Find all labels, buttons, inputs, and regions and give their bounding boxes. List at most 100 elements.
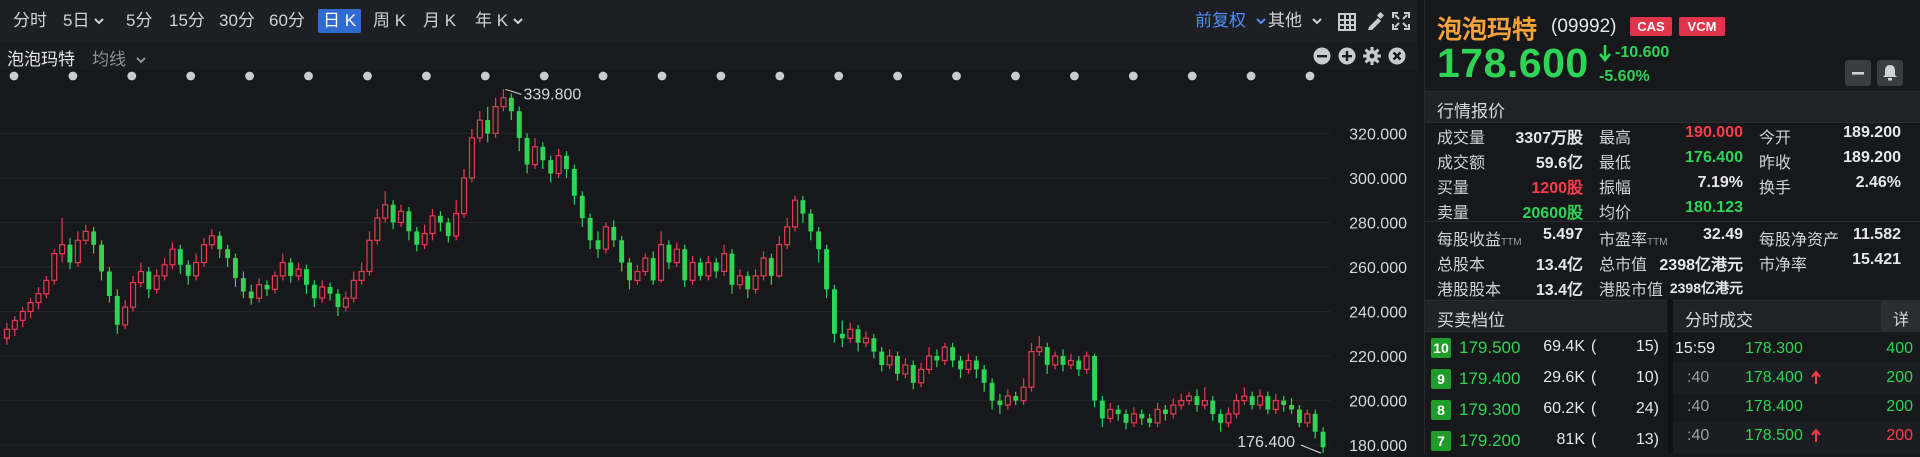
candle[interactable] bbox=[752, 269, 759, 294]
event-dot[interactable] bbox=[304, 71, 313, 81]
candle[interactable] bbox=[295, 262, 302, 281]
candle[interactable] bbox=[169, 242, 176, 270]
candle[interactable] bbox=[414, 226, 420, 252]
event-dot[interactable] bbox=[1305, 71, 1315, 81]
event-dot[interactable] bbox=[716, 71, 726, 81]
candle[interactable] bbox=[902, 358, 909, 379]
candle[interactable] bbox=[366, 231, 373, 276]
candle[interactable] bbox=[153, 269, 160, 294]
event-dot[interactable] bbox=[1246, 71, 1256, 81]
event-dot[interactable] bbox=[422, 71, 431, 81]
candle[interactable] bbox=[745, 271, 751, 299]
candle[interactable] bbox=[1115, 405, 1121, 421]
candle[interactable] bbox=[397, 204, 405, 227]
event-dot[interactable] bbox=[598, 71, 608, 81]
candle[interactable] bbox=[1185, 391, 1193, 405]
candle[interactable] bbox=[689, 255, 696, 285]
event-dot[interactable] bbox=[68, 71, 78, 81]
period-tab-9[interactable]: 年 K bbox=[470, 9, 528, 33]
event-dot[interactable] bbox=[775, 71, 785, 81]
fullscreen-icon[interactable] bbox=[1392, 12, 1410, 30]
candle[interactable] bbox=[35, 287, 42, 310]
ticks-detail-button[interactable]: 详 bbox=[1881, 301, 1920, 331]
candle[interactable] bbox=[910, 360, 916, 390]
candle[interactable] bbox=[1154, 402, 1161, 428]
candle[interactable] bbox=[1170, 398, 1177, 419]
candle[interactable] bbox=[1028, 342, 1035, 392]
candle[interactable] bbox=[1092, 353, 1097, 408]
candle[interactable] bbox=[342, 291, 349, 312]
candle[interactable] bbox=[485, 106, 491, 143]
candle[interactable] bbox=[437, 211, 443, 232]
candle[interactable] bbox=[200, 238, 208, 267]
candle[interactable] bbox=[208, 229, 215, 250]
candle[interactable] bbox=[51, 249, 58, 285]
candle[interactable] bbox=[1139, 409, 1145, 426]
candle[interactable] bbox=[776, 235, 783, 279]
candle[interactable] bbox=[627, 258, 632, 290]
candle[interactable] bbox=[1297, 405, 1302, 428]
candle[interactable] bbox=[1107, 402, 1114, 423]
candle[interactable] bbox=[319, 280, 326, 303]
candle[interactable] bbox=[240, 271, 246, 299]
candle[interactable] bbox=[587, 213, 593, 250]
candle[interactable] bbox=[1083, 351, 1090, 374]
candle[interactable] bbox=[358, 262, 365, 285]
candle[interactable] bbox=[311, 280, 317, 308]
orderbook-row[interactable]: 9 179.400 29.6K (10) bbox=[1425, 363, 1667, 395]
candle[interactable] bbox=[99, 240, 104, 281]
candle[interactable] bbox=[611, 220, 617, 247]
candle[interactable] bbox=[106, 267, 112, 303]
candle[interactable] bbox=[634, 264, 641, 285]
candle[interactable] bbox=[1076, 356, 1082, 377]
candle[interactable] bbox=[461, 169, 468, 218]
event-dot[interactable] bbox=[1070, 71, 1079, 81]
candle[interactable] bbox=[824, 244, 829, 299]
event-dot[interactable] bbox=[480, 71, 490, 81]
candle[interactable] bbox=[74, 231, 81, 267]
candle[interactable] bbox=[1123, 409, 1129, 430]
other-dropdown[interactable]: 其他 bbox=[1263, 9, 1327, 33]
candle[interactable] bbox=[595, 231, 601, 259]
candle[interactable] bbox=[1020, 378, 1027, 405]
event-dot[interactable] bbox=[1011, 71, 1020, 81]
remove-watch-button[interactable] bbox=[1845, 60, 1871, 86]
candle[interactable] bbox=[808, 209, 814, 241]
candle[interactable] bbox=[579, 191, 585, 227]
event-dot[interactable] bbox=[539, 71, 549, 81]
candle[interactable] bbox=[989, 378, 995, 410]
candle[interactable] bbox=[1304, 409, 1311, 428]
candle[interactable] bbox=[1265, 391, 1271, 414]
period-tab-4[interactable]: 30分 bbox=[214, 9, 260, 33]
candle[interactable] bbox=[524, 133, 530, 174]
close-icon[interactable] bbox=[1388, 47, 1406, 65]
candle[interactable] bbox=[650, 251, 656, 285]
candle[interactable] bbox=[382, 191, 389, 223]
candle[interactable] bbox=[642, 253, 649, 276]
zoom-out-icon[interactable] bbox=[1313, 47, 1331, 65]
candle[interactable] bbox=[279, 253, 286, 281]
candle[interactable] bbox=[791, 195, 799, 232]
candle[interactable] bbox=[981, 365, 987, 392]
candle[interactable] bbox=[1130, 407, 1138, 428]
candle[interactable] bbox=[1004, 389, 1011, 410]
candle[interactable] bbox=[137, 262, 145, 288]
candle[interactable] bbox=[271, 271, 278, 294]
candle[interactable] bbox=[950, 342, 956, 368]
price-alert-button[interactable] bbox=[1877, 60, 1903, 86]
event-dot[interactable] bbox=[657, 71, 667, 81]
candle[interactable] bbox=[721, 244, 728, 276]
candle[interactable] bbox=[19, 307, 26, 328]
candle[interactable] bbox=[390, 200, 396, 230]
candle[interactable] bbox=[406, 206, 412, 241]
candle[interactable] bbox=[682, 244, 688, 287]
event-dot[interactable] bbox=[1187, 71, 1197, 81]
candle[interactable] bbox=[1225, 407, 1232, 428]
candle[interactable] bbox=[43, 275, 50, 299]
period-tab-5[interactable]: 60分 bbox=[264, 9, 310, 33]
candle[interactable] bbox=[1194, 389, 1200, 412]
candle[interactable] bbox=[327, 282, 333, 301]
candle[interactable] bbox=[217, 231, 223, 259]
period-tab-6[interactable]: 日 K bbox=[318, 9, 362, 33]
period-tab-2[interactable]: 5分 bbox=[121, 9, 157, 33]
